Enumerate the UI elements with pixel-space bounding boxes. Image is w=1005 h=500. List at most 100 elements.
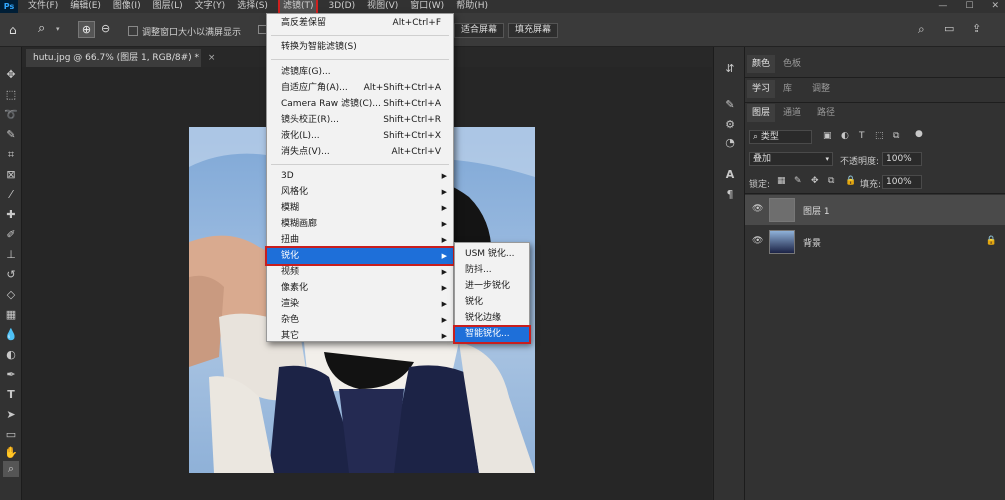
filter-shape-icon[interactable]: ⬚	[875, 131, 884, 141]
lock-position-icon[interactable]: ✥	[811, 176, 819, 186]
submenu-item-smart-sharpen[interactable]: 智能锐化...	[453, 325, 531, 344]
eraser-tool-icon[interactable]: ◇	[3, 287, 19, 303]
rectangle-tool-icon[interactable]: ▭	[3, 427, 19, 443]
submenu-item-unsharp-mask[interactable]: USM 锐化...	[455, 247, 529, 262]
adjustments-panel-icon[interactable]: ◔	[722, 135, 738, 151]
menu-item-adaptive-wide-angle[interactable]: 自适应广角(A)... Alt+Shift+Ctrl+A	[267, 80, 453, 96]
blur-tool-icon[interactable]: 💧	[3, 327, 19, 343]
menu-item-3d[interactable]: 3D ▶	[267, 168, 453, 184]
menu-item-distort[interactable]: 扭曲 ▶	[267, 232, 453, 248]
menu-item-high-pass[interactable]: 高反差保留 Alt+Ctrl+F	[267, 15, 453, 31]
zoom-tool-icon[interactable]: ⌕	[38, 21, 45, 36]
lock-artboard-icon[interactable]: ⧉	[828, 176, 834, 186]
menu-image[interactable]: 图像(I)	[113, 0, 141, 13]
home-icon[interactable]: ⌂	[9, 23, 17, 37]
maximize-icon[interactable]: ☐	[965, 0, 973, 13]
character-panel-icon[interactable]: A	[722, 167, 738, 183]
properties-panel-icon[interactable]: ⚙	[722, 117, 738, 133]
menu-edit[interactable]: 编辑(E)	[70, 0, 101, 13]
visibility-eye-icon[interactable]: 👁	[752, 236, 763, 246]
chevron-down-icon[interactable]: ▾	[56, 25, 60, 33]
visibility-eye-icon[interactable]: 👁	[752, 204, 763, 214]
clone-stamp-tool-icon[interactable]: ⊥	[3, 247, 19, 263]
lock-transparency-icon[interactable]: ▦	[777, 176, 786, 186]
brush-tool-icon[interactable]: ✐	[3, 227, 19, 243]
paragraph-panel-icon[interactable]: ¶	[722, 187, 738, 203]
history-brush-tool-icon[interactable]: ↺	[3, 267, 19, 283]
menu-item-camera-raw[interactable]: Camera Raw 滤镜(C)... Shift+Ctrl+A	[267, 96, 453, 112]
filter-smart-object-icon[interactable]: ⧉	[893, 131, 899, 141]
menu-item-blur[interactable]: 模糊 ▶	[267, 200, 453, 216]
menu-view[interactable]: 视图(V)	[367, 0, 398, 13]
gradient-tool-icon[interactable]: ▦	[3, 307, 19, 323]
close-tab-icon[interactable]: ×	[208, 53, 216, 63]
tab-layers[interactable]: 图层	[747, 104, 776, 122]
menu-layer[interactable]: 图层(L)	[153, 0, 183, 13]
menu-item-filter-gallery[interactable]: 滤镜库(G)...	[267, 64, 453, 80]
lock-pixels-icon[interactable]: ✎	[794, 176, 802, 186]
layer-row[interactable]: 👁 背景 🔒	[745, 227, 1005, 257]
menu-item-video[interactable]: 视频 ▶	[267, 264, 453, 280]
menu-item-noise[interactable]: 杂色 ▶	[267, 312, 453, 328]
fit-screen-button[interactable]: 适合屏幕	[454, 23, 505, 38]
dodge-tool-icon[interactable]: ◐	[3, 347, 19, 363]
zoom-out-icon[interactable]: ⊖	[101, 22, 110, 35]
submenu-item-sharpen-more[interactable]: 进一步锐化	[455, 279, 529, 294]
menu-window[interactable]: 窗口(W)	[410, 0, 444, 13]
brush-panel-icon[interactable]: ✎	[722, 97, 738, 113]
filter-pixel-icon[interactable]: ▣	[823, 131, 832, 141]
submenu-item-sharpen-edges[interactable]: 锐化边缘	[455, 311, 529, 326]
filter-toggle-icon[interactable]: ●	[915, 129, 923, 139]
lasso-tool-icon[interactable]: ➰	[3, 107, 19, 123]
eyedropper-tool-icon[interactable]: ⁄	[3, 187, 19, 203]
move-tool-icon[interactable]: ✥	[3, 67, 19, 83]
pen-tool-icon[interactable]: ✒	[3, 367, 19, 383]
tab-channels[interactable]: 通道	[778, 104, 806, 122]
tab-swatches[interactable]: 色板	[778, 55, 806, 73]
hand-tool-icon[interactable]: ✋	[3, 445, 19, 461]
tab-color[interactable]: 颜色	[747, 55, 776, 73]
menu-item-liquify[interactable]: 液化(L)... Shift+Ctrl+X	[267, 128, 453, 144]
menu-item-stylize[interactable]: 风格化 ▶	[267, 184, 453, 200]
type-tool-icon[interactable]: T	[3, 387, 19, 403]
tab-learn[interactable]: 学习	[747, 80, 776, 98]
menu-help[interactable]: 帮助(H)	[456, 0, 488, 13]
submenu-item-sharpen[interactable]: 锐化	[455, 295, 529, 310]
share-icon[interactable]: ⇪	[972, 22, 981, 35]
tab-adjustments[interactable]: 调整	[807, 80, 835, 98]
search-icon[interactable]: ⌕	[918, 22, 925, 37]
menu-3d[interactable]: 3D(D)	[328, 0, 355, 13]
quick-select-tool-icon[interactable]: ✎	[3, 127, 19, 143]
zoom-tool-icon[interactable]: ⌕	[3, 461, 19, 477]
tab-libraries[interactable]: 库	[778, 80, 797, 98]
history-panel-icon[interactable]: ⇵	[722, 61, 738, 77]
layer-filter-select[interactable]: ⌕ 类型	[749, 130, 812, 144]
menu-filter[interactable]: 滤镜(T)	[277, 0, 319, 15]
resize-window-checkbox[interactable]: 调整窗口大小以满屏显示	[128, 25, 241, 38]
menu-type[interactable]: 文字(Y)	[195, 0, 226, 13]
menu-item-render[interactable]: 渲染 ▶	[267, 296, 453, 312]
menu-item-pixelate[interactable]: 像素化 ▶	[267, 280, 453, 296]
opacity-input[interactable]: 100%	[882, 152, 922, 166]
menu-item-blur-gallery[interactable]: 模糊画廊 ▶	[267, 216, 453, 232]
menu-item-sharpen[interactable]: 锐化 ▶	[265, 246, 455, 266]
frame-tool-icon[interactable]: ⊠	[3, 167, 19, 183]
zoom-in-icon[interactable]: ⊕	[78, 21, 95, 38]
menu-item-convert-smart-filters[interactable]: 转换为智能滤镜(S)	[267, 39, 453, 55]
filter-type-icon[interactable]: T	[859, 131, 865, 141]
submenu-item-shake-reduction[interactable]: 防抖...	[455, 263, 529, 278]
marquee-tool-icon[interactable]: ⬚	[3, 87, 19, 103]
workspace-icon[interactable]: ▭	[944, 22, 954, 35]
crop-tool-icon[interactable]: ⌗	[3, 147, 19, 163]
layer-row[interactable]: 👁 图层 1	[745, 195, 1005, 225]
fill-input[interactable]: 100%	[882, 175, 922, 189]
blend-mode-select[interactable]: 叠加 ▾	[749, 152, 833, 166]
healing-brush-tool-icon[interactable]: ✚	[3, 207, 19, 223]
close-icon[interactable]: ✕	[991, 0, 999, 13]
menu-select[interactable]: 选择(S)	[237, 0, 268, 13]
menu-item-vanishing-point[interactable]: 消失点(V)... Alt+Ctrl+V	[267, 144, 453, 160]
fill-screen-button[interactable]: 填充屏幕	[508, 23, 559, 38]
menu-item-other[interactable]: 其它 ▶	[267, 328, 453, 344]
menu-file[interactable]: 文件(F)	[28, 0, 58, 13]
filter-adjustment-icon[interactable]: ◐	[841, 131, 849, 141]
